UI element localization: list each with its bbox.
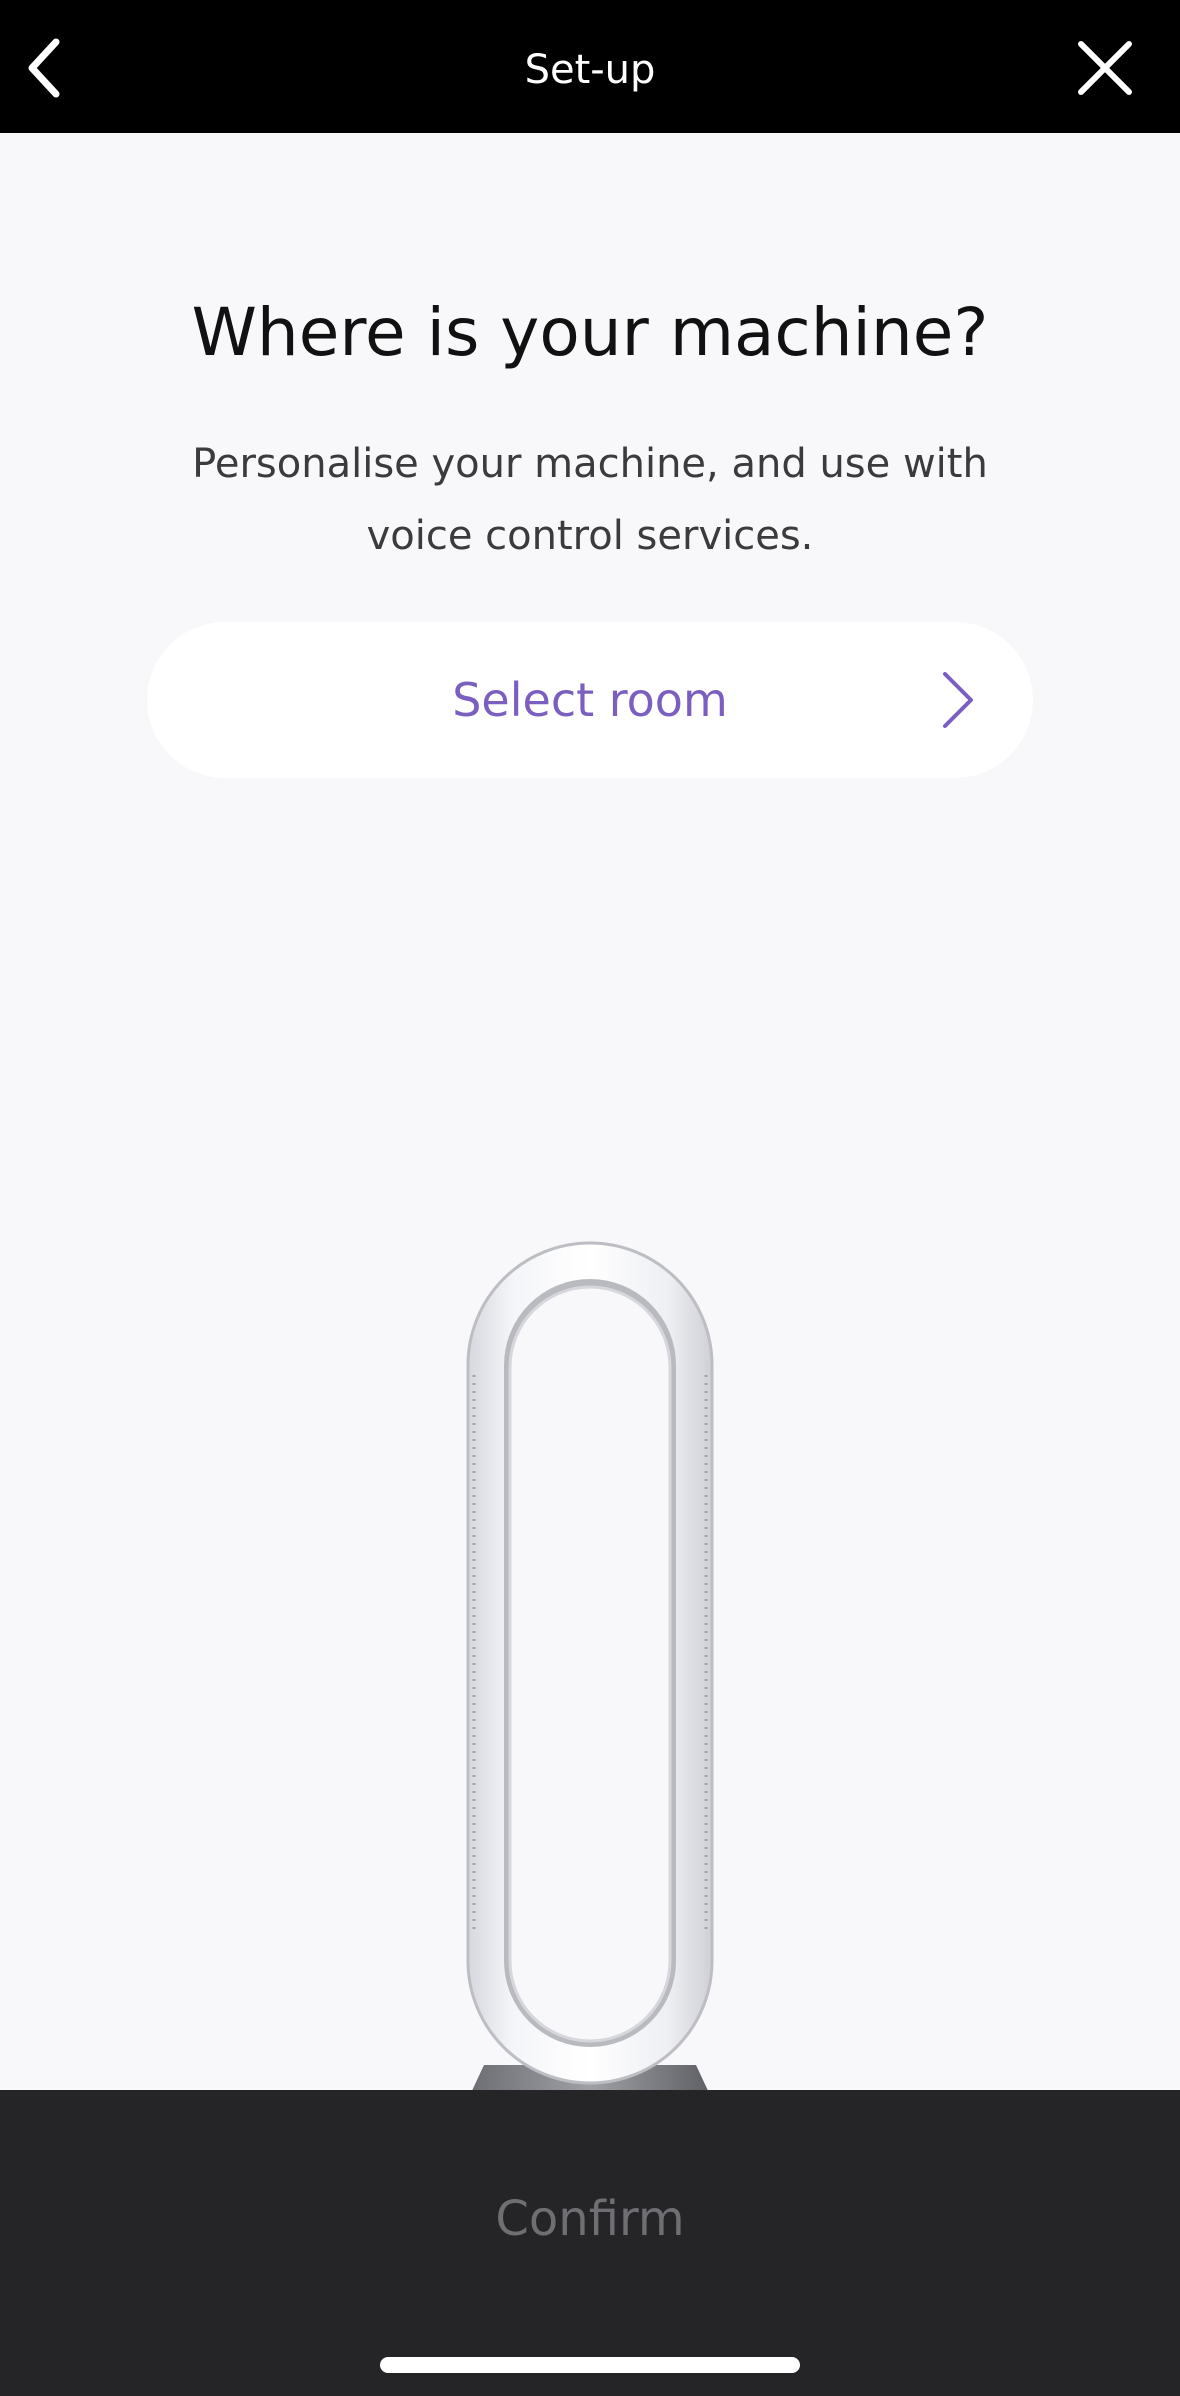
top-bar: Set-up bbox=[0, 0, 1180, 133]
bladeless-fan-image bbox=[466, 1241, 714, 2095]
page-title: Set-up bbox=[524, 47, 656, 93]
chevron-right-icon bbox=[943, 672, 973, 728]
select-room-button[interactable]: Select room bbox=[147, 622, 1033, 778]
bottom-bar: Confirm bbox=[0, 2090, 1180, 2396]
select-room-label: Select room bbox=[452, 673, 728, 727]
close-button[interactable] bbox=[1070, 30, 1140, 106]
confirm-button[interactable]: Confirm bbox=[0, 2178, 1180, 2260]
close-icon bbox=[1078, 41, 1132, 95]
subtitle-text: Personalise your machine, and use with v… bbox=[192, 441, 988, 559]
home-indicator[interactable] bbox=[380, 2357, 800, 2373]
question-heading: Where is your machine? bbox=[191, 294, 989, 371]
